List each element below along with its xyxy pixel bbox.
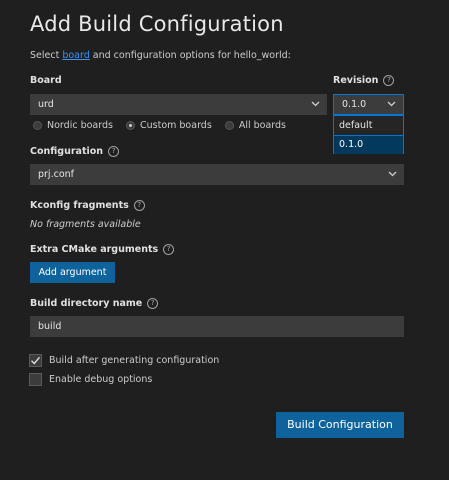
build-dir-value: build [38,321,62,332]
board-filter-radios: Nordic boards Custom boards All boards [33,120,286,131]
kconfig-empty-text: No fragments available [30,219,141,230]
build-after-label: Build after generating configuration [49,355,220,366]
subtitle-suffix: and configuration options for hello_worl… [89,50,291,61]
cmake-label-text: Extra CMake arguments [30,244,159,255]
revision-select-value: 0.1.0 [342,99,367,110]
configuration-label: Configuration? [30,146,120,157]
configuration-label-text: Configuration [30,146,104,157]
radio-icon [33,121,42,130]
board-label: Board [30,75,62,86]
add-argument-button[interactable]: Add argument [30,262,115,283]
help-icon[interactable]: ? [133,200,145,211]
radio-icon [224,121,234,130]
chevron-down-icon [388,164,398,185]
help-icon[interactable]: ? [108,146,120,157]
kconfig-label: Kconfig fragments? [30,200,145,211]
board-link[interactable]: board [62,50,89,61]
revision-label-text: Revision [333,75,379,86]
debug-options-checkbox[interactable] [29,373,42,386]
radio-label: Custom boards [139,120,212,131]
chevron-down-icon [311,94,321,115]
cmake-label: Extra CMake arguments? [30,244,175,255]
radio-nordic-boards[interactable]: Nordic boards [33,120,116,131]
radio-all-boards[interactable]: All boards [224,120,287,131]
board-select-value: urd [38,99,54,110]
board-select[interactable]: urd [30,94,327,115]
build-dir-label-text: Build directory name [30,298,143,309]
radio-custom-boards[interactable]: Custom boards [125,120,215,131]
help-icon[interactable]: ? [383,75,395,86]
radio-label: Nordic boards [47,120,113,131]
configuration-select-value: prj.conf [38,169,74,180]
revision-label: Revision? [333,75,395,86]
chevron-down-icon [387,95,397,114]
help-icon[interactable]: ? [147,298,159,309]
page-subtitle: Select board and configuration options f… [30,50,291,61]
subtitle-prefix: Select [30,50,63,61]
help-icon[interactable]: ? [163,244,175,255]
debug-options-label: Enable debug options [49,374,153,385]
kconfig-label-text: Kconfig fragments [30,200,129,211]
build-configuration-button[interactable]: Build Configuration [276,412,404,438]
build-dir-input[interactable]: build [30,316,404,337]
revision-select[interactable]: 0.1.0 [333,94,404,115]
radio-label: All boards [238,120,287,131]
configuration-select[interactable]: prj.conf [30,164,404,185]
revision-option-default[interactable]: default [334,116,403,135]
check-icon [31,356,41,365]
build-after-checkbox[interactable] [29,354,42,367]
build-dir-label: Build directory name? [30,298,159,309]
page-title: Add Build Configuration [30,12,284,36]
revision-option-selected[interactable]: 0.1.0 [334,135,403,154]
radio-icon-selected [125,121,135,130]
revision-dropdown: default 0.1.0 [333,115,404,154]
